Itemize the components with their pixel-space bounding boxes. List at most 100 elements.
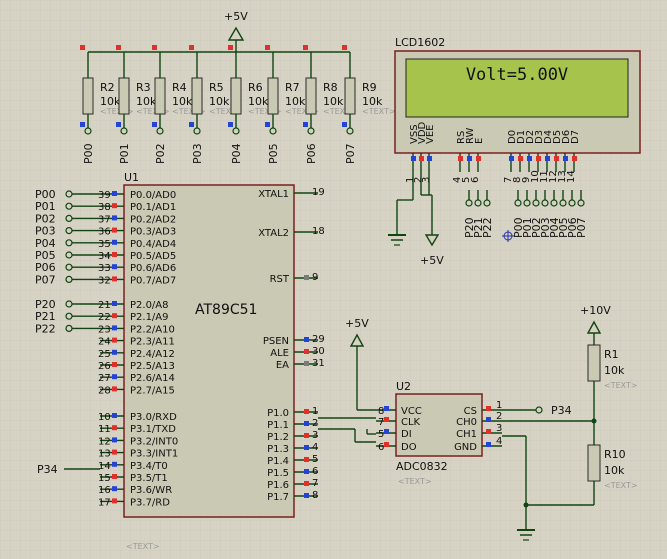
mcu-pin-number: 9 — [312, 272, 318, 283]
mcu-pin-number: 32 — [98, 275, 111, 286]
mcu-pin-number: 21 — [98, 300, 111, 311]
mcu-pin-13[interactable]: 13 P3.3/INT1 — [98, 449, 178, 460]
mcu-pin-25[interactable]: 25 P2.4/A12 — [98, 349, 175, 360]
mcu-pin-name: P2.7/A15 — [130, 385, 175, 396]
mcu-pin-name: P2.6/A14 — [130, 373, 175, 384]
pullup-text-placeholder: <TEXT> — [362, 107, 396, 116]
lcd-pin-name: E — [474, 138, 485, 144]
pullup-ref: R5 — [209, 81, 224, 94]
mcu-pin-number: 24 — [98, 337, 111, 348]
mcu-pin-12[interactable]: 12 P3.2/INT0 — [98, 436, 178, 447]
mcu-pin-number: 18 — [312, 226, 325, 237]
mcu-pin-name: P2.0/A8 — [130, 300, 169, 311]
adc-text-placeholder: <TEXT> — [398, 477, 432, 486]
mcu-pin-22[interactable]: 22 P2.1/A9 P21 — [35, 310, 169, 323]
lcd-net-label: P07 — [575, 217, 588, 238]
r1-ref: R1 — [604, 348, 619, 361]
mcu-pin-name: P2.3/A11 — [130, 337, 175, 348]
mcu-pin-number: 27 — [98, 373, 111, 384]
mcu-pin-number: 29 — [312, 334, 325, 345]
pullup-ref: R8 — [323, 81, 338, 94]
mcu-pin-number: 16 — [98, 485, 111, 496]
mcu-net-label: P01 — [35, 200, 56, 213]
vcc10-label: +10V — [580, 304, 611, 317]
mcu-pin-number: 33 — [98, 263, 111, 274]
mcu-pin-17[interactable]: 17 P3.7/RD — [98, 497, 170, 508]
mcu-pin-number: 15 — [98, 473, 111, 484]
adc-pin-name: CH1 — [456, 429, 477, 440]
schematic-canvas: +5V R210k<TEXT>P00R310k<TEXT>P01R410k<TE… — [0, 0, 667, 559]
mcu-pin-24[interactable]: 24 P2.3/A11 — [98, 337, 175, 348]
mcu-pin-name: XTAL1 — [258, 189, 289, 200]
adc-pin-name: DO — [401, 442, 417, 453]
mcu-pin-name: XTAL2 — [258, 228, 289, 239]
r10-ref: R10 — [604, 448, 626, 461]
mcu-pin-15[interactable]: 15 P3.5/T1 — [98, 473, 168, 484]
mcu-pin-name: ALE — [270, 348, 289, 359]
mcu-pin-28[interactable]: 28 P2.7/A15 — [98, 385, 175, 396]
mcu-pin-16[interactable]: 16 P3.6/WR — [98, 485, 172, 496]
pullup-net-label: P03 — [191, 143, 204, 164]
pullup-net-label: P07 — [344, 143, 357, 164]
adc-pin-name: CS — [464, 406, 477, 417]
mcu-pin-number: 13 — [98, 449, 111, 460]
pullup-ref: R6 — [248, 81, 263, 94]
mcu-pin-number: 28 — [98, 385, 111, 396]
mcu-net-label: P04 — [35, 237, 56, 250]
mcu-pin-name: P2.2/A10 — [130, 324, 175, 335]
mcu-pin-number: 14 — [98, 461, 111, 472]
adc-pin-name: VCC — [401, 406, 422, 417]
mcu-pin-name: P3.5/T1 — [130, 473, 168, 484]
pullup-net-label: P05 — [267, 143, 280, 164]
mcu-pin-26[interactable]: 26 P2.5/A13 — [98, 361, 175, 372]
mcu-pin-number: 3 — [312, 430, 318, 441]
pullup-ref: R4 — [172, 81, 187, 94]
adc-pin-number: 1 — [496, 400, 502, 411]
mcu-pin-name: P0.6/AD6 — [130, 263, 176, 274]
lcd-display-text: Volt=5.00V — [466, 65, 568, 85]
mcu-pin-name: P0.4/AD4 — [130, 239, 176, 250]
mcu-pin-name: P3.3/INT1 — [130, 449, 178, 460]
mcu-pin-name: P2.1/A9 — [130, 312, 169, 323]
mcu-pin-14[interactable]: 14 P3.4/T0 — [98, 461, 168, 472]
mcu-pin-number: 23 — [98, 324, 111, 335]
pullup-ref: R7 — [285, 81, 300, 94]
vcc-lcd-label: +5V — [420, 254, 444, 267]
lcd-pin-name: D7 — [570, 130, 581, 144]
r10-val: 10k — [604, 464, 625, 477]
mcu-pin-27[interactable]: 27 P2.6/A14 — [98, 373, 175, 384]
mcu-net-label: P02 — [35, 212, 56, 225]
mcu-pin-number: 12 — [98, 436, 111, 447]
mcu-pin-number: 34 — [98, 251, 111, 262]
adc-name: ADC0832 — [396, 460, 448, 473]
mcu-pin-name: P3.7/RD — [130, 497, 170, 508]
mcu-pin-name: P0.5/AD5 — [130, 251, 176, 262]
mcu-pin-number: 39 — [98, 190, 111, 201]
r1-val: 10k — [604, 364, 625, 377]
adc-ref: U2 — [396, 380, 411, 393]
mcu-pin-name: P3.6/WR — [130, 485, 172, 496]
mcu-pin-number: 10 — [98, 412, 111, 423]
mcu-pin-name: EA — [276, 360, 289, 371]
mcu-pin-21[interactable]: 21 P2.0/A8 P20 — [35, 298, 169, 311]
mcu-pin-name: P1.6 — [267, 480, 289, 491]
lcd-ref: LCD1602 — [395, 36, 445, 49]
pullup-net-label: P06 — [305, 143, 318, 164]
mcu-pin-name: P0.0/AD0 — [130, 190, 176, 201]
pullup-ref: R2 — [100, 81, 115, 94]
adc-pin-number: 7 — [378, 417, 384, 428]
mcu-pin-number: 1 — [312, 406, 318, 417]
mcu-pin-10[interactable]: 10 P3.0/RXD — [98, 412, 177, 423]
mcu-pin-name: P0.1/AD1 — [130, 202, 176, 213]
mcu-pin-11[interactable]: 11 P3.1/TXD — [98, 424, 176, 435]
mcu-text-placeholder: <TEXT> — [126, 542, 160, 551]
adc-pin-name: CLK — [401, 417, 421, 428]
lcd-net-label: P22 — [481, 217, 494, 238]
mcu-net-label: P07 — [35, 273, 56, 286]
mcu-pin-number: 19 — [312, 187, 325, 198]
mcu-net-label: P20 — [35, 298, 56, 311]
mcu-ref: U1 — [124, 171, 139, 184]
mcu-pin-name: P1.5 — [267, 468, 289, 479]
cs-net-label: P34 — [551, 404, 572, 417]
adc-pin-number: 3 — [496, 423, 502, 434]
